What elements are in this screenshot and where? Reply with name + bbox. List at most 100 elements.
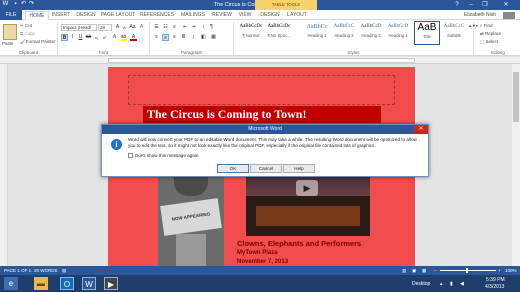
borders-icon[interactable]: ▦	[210, 34, 217, 41]
superscript-button[interactable]: x²	[101, 34, 108, 41]
outlook-icon[interactable]: O	[60, 277, 74, 290]
increase-indent-icon[interactable]: ⇥	[190, 24, 197, 31]
style-heading-2[interactable]: AaBbCcC Heading 2	[331, 21, 357, 45]
close-window-button[interactable]: ✕	[492, 0, 520, 10]
style-heading-4[interactable]: AaBbCcD Heading 4	[385, 21, 411, 45]
zoom-slider-thumb[interactable]	[466, 268, 468, 273]
align-center-icon[interactable]: ≡	[162, 34, 169, 41]
tab-insert[interactable]: INSERT	[50, 11, 72, 20]
zoom-in-icon[interactable]: +	[498, 266, 501, 275]
proofing-icon[interactable]: ▤	[62, 266, 66, 275]
zoom-slider[interactable]	[440, 270, 496, 271]
text-effects-icon[interactable]: A	[111, 34, 118, 41]
zoom-out-icon[interactable]: –	[434, 266, 437, 275]
restore-button[interactable]: ❐	[478, 0, 492, 10]
tab-home[interactable]: HOME	[25, 11, 49, 20]
grow-font-icon[interactable]: A	[114, 24, 121, 31]
dialog-close-button[interactable]: ✕	[414, 125, 428, 134]
document-location[interactable]: MyTown Plaza	[237, 250, 278, 256]
clock-date[interactable]: 4/3/2013	[485, 284, 504, 290]
clock-time[interactable]: 5:39 PM	[486, 277, 505, 283]
font-color-icon[interactable]: A	[130, 34, 137, 41]
style-subtitle[interactable]: AaBbCcC Subtitle	[441, 21, 467, 45]
print-layout-icon[interactable]: ▣	[412, 266, 416, 275]
word-count[interactable]: 20 WORDS	[34, 266, 58, 275]
copy-button[interactable]: ⧉ Copy	[20, 31, 35, 36]
clear-formatting-icon[interactable]: A	[138, 24, 145, 31]
shading-icon[interactable]: ◧	[200, 34, 207, 41]
font-name-combo[interactable]: Impact (Headi	[61, 24, 97, 31]
tray-arrow-icon[interactable]: ▴	[440, 281, 443, 287]
scrollbar-thumb[interactable]	[513, 72, 519, 122]
clown-photo[interactable]: NOW APPEARING	[158, 176, 224, 266]
cancel-button[interactable]: Cancel	[250, 164, 282, 173]
ok-button[interactable]: OK	[217, 164, 249, 173]
tab-file[interactable]: FILE	[0, 10, 22, 20]
video-app-icon[interactable]: ▶	[104, 277, 118, 290]
justify-icon[interactable]: ≣	[180, 34, 187, 41]
tab-table-design[interactable]: DESIGN	[258, 11, 282, 20]
style-normal[interactable]: AaBbCcDc ¶ Normal	[238, 21, 264, 45]
ie-icon[interactable]: e	[4, 277, 18, 290]
user-name[interactable]: Elizabeth Nish	[460, 11, 500, 20]
minimize-button[interactable]: –	[464, 0, 478, 10]
horizontal-ruler[interactable]	[0, 57, 520, 64]
font-size-combo[interactable]: 28	[98, 24, 112, 31]
web-layout-icon[interactable]: ▦	[422, 266, 426, 275]
document-date[interactable]: November 7, 2013	[237, 259, 288, 265]
highlight-icon[interactable]: ab	[120, 34, 127, 41]
word-icon[interactable]: W	[82, 277, 96, 290]
document-subheading[interactable]: Clowns, Elephants and Performers	[237, 239, 361, 248]
replace-button[interactable]: ⇄ Replace	[480, 31, 502, 37]
desktop-toolbar[interactable]: Desktop	[412, 281, 430, 287]
style-no-spacing[interactable]: AaBbCcDc ¶ No Spac...	[266, 21, 292, 45]
decrease-indent-icon[interactable]: ⇤	[182, 24, 189, 31]
tab-review[interactable]: REVIEW	[210, 11, 234, 20]
sort-icon[interactable]: ↕	[200, 24, 207, 31]
style-title[interactable]: AaB Title	[414, 21, 440, 45]
find-button[interactable]: ⌕ Find	[480, 23, 493, 28]
dont-show-label[interactable]: Don't show this message again	[135, 153, 198, 158]
style-heading-3[interactable]: AaBbCcD Heading 3	[358, 21, 384, 45]
play-icon[interactable]: ▶	[296, 180, 318, 196]
tab-view[interactable]: VIEW	[236, 11, 254, 20]
help-button[interactable]: ?	[450, 0, 464, 10]
select-button[interactable]: ⬚ Select	[480, 39, 498, 45]
paste-button[interactable]: Paste	[2, 41, 14, 46]
tab-page-layout[interactable]: PAGE LAYOUT	[100, 11, 136, 20]
align-right-icon[interactable]: ≡	[171, 34, 178, 41]
bold-button[interactable]: B	[61, 34, 68, 41]
volume-icon[interactable]: ◀	[460, 281, 464, 287]
cut-button[interactable]: ✂ Cut	[20, 23, 32, 29]
strikethrough-button[interactable]: ab	[85, 34, 92, 41]
style-heading-1[interactable]: AaBbCc Heading 1	[304, 21, 330, 45]
vertical-ruler[interactable]	[0, 64, 8, 266]
tab-design[interactable]: DESIGN	[74, 11, 98, 20]
video-thumbnail[interactable]: ▶	[246, 170, 370, 236]
numbering-icon[interactable]: ☷	[162, 24, 169, 31]
tab-table-layout[interactable]: LAYOUT	[285, 11, 309, 20]
dont-show-checkbox[interactable]	[128, 153, 133, 158]
file-explorer-icon[interactable]: ▬	[34, 277, 48, 290]
line-spacing-icon[interactable]: ↨	[190, 34, 197, 41]
page-count[interactable]: PAGE 1 OF 1	[4, 266, 31, 275]
format-painter-button[interactable]: 🖌Format Painter	[20, 39, 55, 45]
tab-references[interactable]: REFERENCES	[138, 11, 176, 20]
change-case-icon[interactable]: Aa	[129, 24, 136, 31]
bullets-icon[interactable]: ☰	[153, 24, 160, 31]
document-headline-box[interactable]: The Circus is Coming to Town!	[143, 106, 381, 123]
vertical-scrollbar[interactable]	[512, 64, 520, 266]
underline-button[interactable]: U	[77, 34, 84, 41]
italic-button[interactable]: I	[69, 34, 76, 41]
help-dialog-button[interactable]: Help	[283, 164, 315, 173]
multilevel-list-icon[interactable]: ≡	[171, 24, 178, 31]
zoom-level[interactable]: 100%	[505, 266, 517, 275]
align-left-icon[interactable]: ≡	[153, 34, 160, 41]
network-icon[interactable]: ▮	[450, 281, 453, 287]
shrink-font-icon[interactable]: A	[121, 24, 128, 31]
tab-mailings[interactable]: MAILINGS	[178, 11, 208, 20]
paste-icon[interactable]	[3, 24, 17, 40]
show-marks-icon[interactable]: ¶	[208, 24, 215, 31]
avatar[interactable]	[503, 12, 515, 19]
read-mode-icon[interactable]: ▥	[402, 266, 406, 275]
